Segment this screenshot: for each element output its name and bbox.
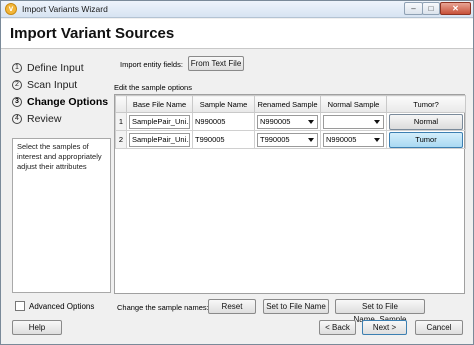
step-review: 4 Review: [12, 110, 112, 127]
column-header-renamed-sample[interactable]: Renamed Sample: [254, 95, 321, 113]
step-define-input: 1 Define Input: [12, 59, 112, 76]
sample-name-cell: T990005: [192, 130, 255, 149]
advanced-options-label: Advanced Options: [29, 301, 95, 311]
sample-options-table: Base File Name Sample Name Renamed Sampl…: [114, 94, 466, 294]
back-button[interactable]: < Back: [319, 320, 356, 335]
sample-name-cell: N990005: [192, 112, 255, 131]
from-text-file-button[interactable]: From Text File: [188, 56, 244, 71]
set-to-file-name-sample-button[interactable]: Set to File Name_Sample: [335, 299, 425, 324]
change-names-label: Change the sample names:: [117, 303, 209, 312]
step-number-icon: 3: [12, 96, 22, 107]
step-change-options: 3 Change Options: [12, 93, 112, 110]
page-title: Import Variant Sources: [10, 25, 175, 42]
step-number-icon: 1: [12, 62, 22, 73]
step-label: Scan Input: [27, 78, 78, 91]
column-header-base-file[interactable]: Base File Name: [126, 95, 193, 113]
import-fields-label: Import entity fields:: [120, 60, 183, 69]
tumor-toggle-button[interactable]: Normal: [389, 113, 463, 130]
dropdown-arrow-icon: [374, 137, 380, 142]
step-label: Change Options: [27, 95, 109, 108]
column-header-tumor[interactable]: Tumor?: [386, 95, 466, 113]
base-file-name-field[interactable]: SamplePair_Uni...: [129, 114, 190, 129]
row-index: 2: [115, 130, 127, 149]
reset-button[interactable]: Reset: [208, 299, 256, 314]
step-number-icon: 4: [12, 113, 22, 124]
set-to-file-name-button[interactable]: Set to File Name: [263, 299, 329, 314]
app-icon: v: [5, 3, 17, 15]
advanced-options[interactable]: Advanced Options: [15, 301, 94, 311]
renamed-sample-value: T990005: [260, 134, 290, 144]
window-title: Import Variants Wizard: [22, 4, 108, 14]
step-label: Define Input: [27, 61, 84, 74]
title-bar: v Import Variants Wizard – □ ✕: [1, 1, 473, 18]
renamed-sample-value: N990005: [260, 116, 291, 126]
row-index: 1: [115, 112, 127, 131]
dropdown-arrow-icon: [308, 137, 314, 142]
maximize-button[interactable]: □: [422, 2, 440, 15]
step-number-icon: 2: [12, 79, 22, 90]
renamed-sample-select[interactable]: T990005: [257, 132, 318, 147]
next-button[interactable]: Next >: [362, 320, 407, 335]
wizard-header: Import Variant Sources: [1, 19, 473, 49]
renamed-sample-select[interactable]: N990005: [257, 114, 318, 129]
minimize-button[interactable]: –: [404, 2, 423, 15]
dropdown-arrow-icon: [374, 119, 380, 124]
step-scan-input: 2 Scan Input: [12, 76, 112, 93]
column-header-sample-name[interactable]: Sample Name: [192, 95, 255, 113]
normal-sample-select[interactable]: N990005: [323, 132, 384, 147]
normal-sample-select[interactable]: [323, 114, 384, 129]
dropdown-arrow-icon: [308, 119, 314, 124]
advanced-options-checkbox[interactable]: [15, 301, 25, 311]
edit-options-label: Edit the sample options: [114, 83, 192, 92]
base-file-name-field[interactable]: SamplePair_Uni...: [129, 132, 190, 147]
cancel-button[interactable]: Cancel: [415, 320, 463, 335]
close-button[interactable]: ✕: [440, 2, 471, 15]
wizard-steps: 1 Define Input 2 Scan Input 3 Change Opt…: [12, 59, 112, 127]
table-row[interactable]: 2 SamplePair_Uni... T990005 T990005 N990…: [115, 130, 466, 149]
table-row[interactable]: 1 SamplePair_Uni... N990005 N990005 Norm…: [115, 112, 466, 131]
step-label: Review: [27, 112, 62, 125]
normal-sample-value: N990005: [326, 134, 357, 144]
help-button[interactable]: Help: [12, 320, 62, 335]
column-header-index: [115, 95, 127, 113]
step-help-text: Select the samples of interest and appro…: [12, 138, 111, 293]
tumor-toggle-button[interactable]: Tumor: [389, 131, 463, 148]
table-header-row: Base File Name Sample Name Renamed Sampl…: [115, 95, 466, 113]
wizard-window: v Import Variants Wizard – □ ✕ Import Va…: [0, 0, 474, 345]
column-header-normal-sample[interactable]: Normal Sample: [320, 95, 387, 113]
